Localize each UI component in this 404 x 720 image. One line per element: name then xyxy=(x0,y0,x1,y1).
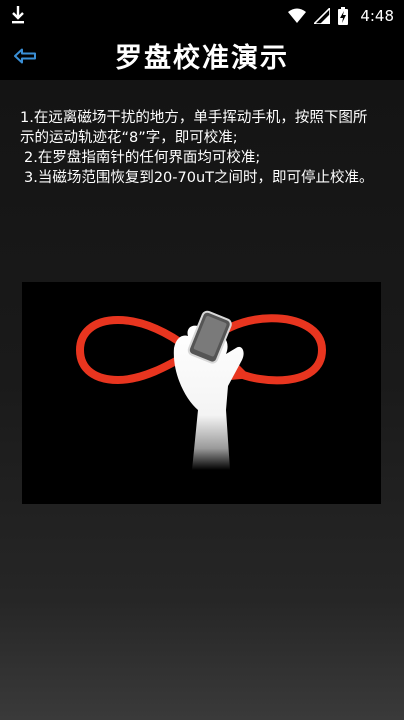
clock: 4:48 xyxy=(360,7,394,25)
instruction-step-2: 2.在罗盘指南针的任何界面均可校准; xyxy=(24,150,261,166)
instruction-text: 1.在远离磁场干扰的地方，单手挥动手机，按照下图所示的运动轨迹花“8”字，即可校… xyxy=(20,108,380,188)
main-content: 1.在远离磁场干扰的地方，单手挥动手机，按照下图所示的运动轨迹花“8”字，即可校… xyxy=(0,80,404,720)
signal-icon xyxy=(314,8,331,24)
status-bar: 4:48 xyxy=(0,0,404,32)
status-icons: 4:48 xyxy=(288,4,394,28)
battery-icon xyxy=(338,7,349,25)
figure-eight-illustration xyxy=(75,310,327,470)
instruction-step-3: 3.当磁场范围恢复到20-70uT之间时，即可停止校准。 xyxy=(24,170,374,186)
instruction-step-1: 1.在远离磁场干扰的地方，单手挥动手机，按照下图所示的运动轨迹花“8”字，即可校… xyxy=(20,110,368,146)
calibration-demo-image xyxy=(22,282,381,504)
page-title: 罗盘校准演示 xyxy=(115,43,289,74)
download-icon xyxy=(12,6,24,24)
app-header: 罗盘校准演示 xyxy=(0,32,404,80)
wifi-icon xyxy=(288,8,307,23)
